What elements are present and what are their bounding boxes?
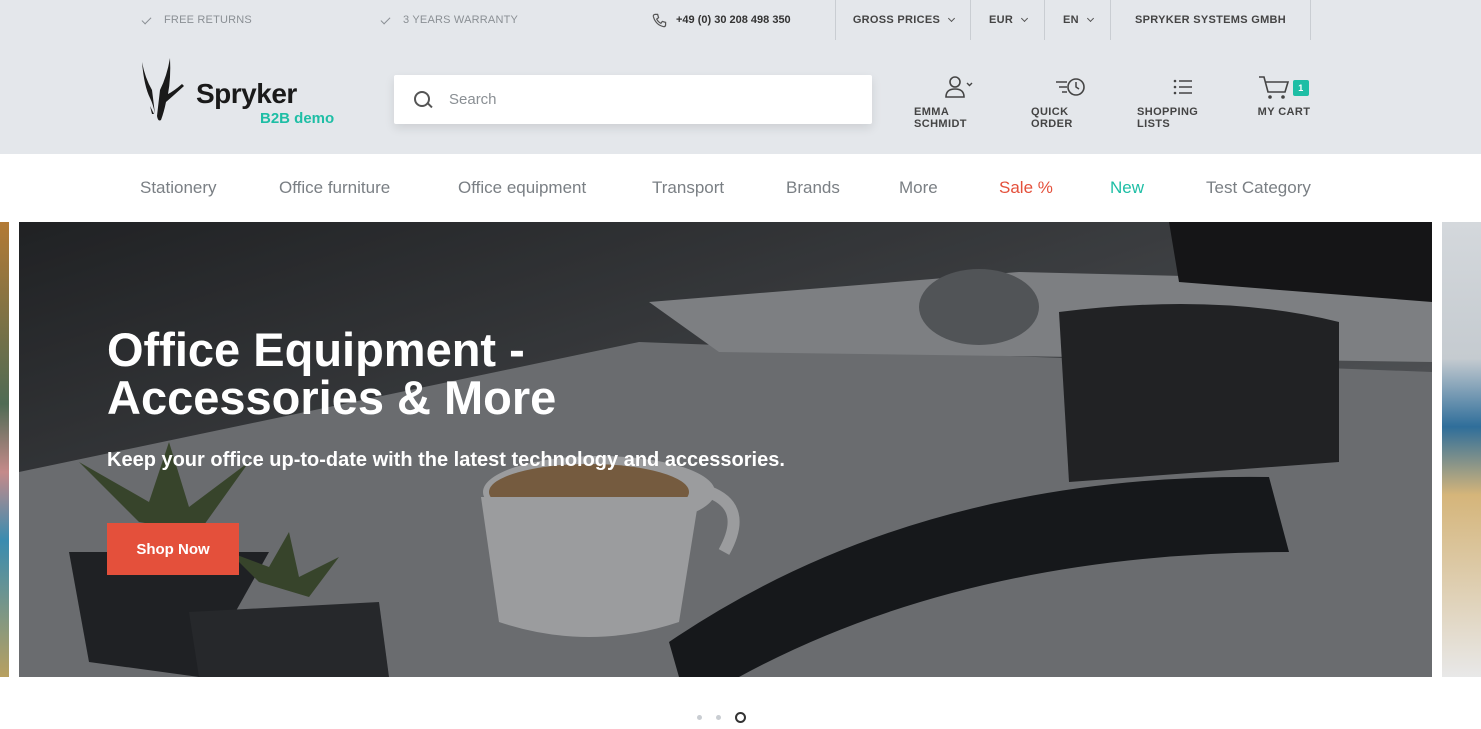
language-label: EN [1063,14,1079,26]
price-mode-label: GROSS PRICES [852,14,941,26]
hero-title: Office Equipment - Accessories & More [107,326,707,422]
category-sale[interactable]: Sale % [999,178,1053,198]
logo-name: Spryker [196,78,297,109]
category-stationery[interactable]: Stationery [140,178,217,198]
user-icon [945,76,973,98]
previous-slide-peek[interactable] [0,222,9,677]
cart-label: MY CART [1257,106,1311,118]
category-office-furniture[interactable]: Office furniture [279,178,390,198]
checkmark-icon [381,14,393,26]
shopping-lists-label: SHOPPING LISTS [1137,106,1199,130]
category-more[interactable]: More [899,178,938,198]
warranty-label: 3 YEARS WARRANTY [403,14,519,26]
phone-number: +49 (0) 30 208 498 350 [676,14,791,26]
currency-select[interactable]: EUR [970,0,1045,40]
free-returns-label: FREE RETURNS [164,14,252,26]
price-mode-select[interactable]: GROSS PRICES [835,0,971,40]
chevron-down-icon [1021,14,1029,23]
company-label: SPRYKER SYSTEMS GMBH [1134,14,1287,26]
language-select[interactable]: EN [1044,0,1111,40]
quick-order-label: QUICK ORDER [1031,106,1073,130]
category-office-equipment[interactable]: Office equipment [458,178,586,198]
category-test[interactable]: Test Category [1206,178,1311,198]
search-icon[interactable] [414,90,432,109]
site-header: Spryker B2B demo EMMA SCHMIDT QUICK ORDE… [0,40,1481,154]
list-icon [1173,79,1192,95]
hero-title-line2: Accessories & More [107,371,557,424]
user-name-label: EMMA SCHMIDT [914,106,967,130]
user-menu[interactable]: EMMA SCHMIDT [914,74,1004,130]
quick-order-link[interactable]: QUICK ORDER [1031,74,1111,130]
chevron-down-icon [948,14,956,23]
category-nav: Stationery Office furniture Office equip… [0,154,1481,222]
quick-order-icon [1056,78,1085,96]
antelope-logo-icon [142,58,184,121]
hero-banner: Office Equipment - Accessories & More Ke… [19,222,1432,677]
hero-title-line1: Office Equipment - [107,323,525,376]
shopping-lists-link[interactable]: SHOPPING LISTS [1137,74,1229,130]
top-bar: FREE RETURNS 3 YEARS WARRANTY +49 (0) 30… [0,0,1481,40]
slider-dot[interactable] [716,714,721,720]
cart-link[interactable]: 1 MY CART [1256,74,1312,118]
phone-icon [652,13,667,27]
slider-dot[interactable] [697,714,702,720]
currency-label: EUR [988,14,1014,26]
chevron-down-icon [1086,14,1094,23]
category-new[interactable]: New [1110,178,1144,198]
slider-dots [697,710,746,724]
free-returns-info: FREE RETURNS [142,0,252,40]
next-slide-peek[interactable] [1442,222,1481,677]
category-transport[interactable]: Transport [652,178,724,198]
search-bar [394,75,872,124]
slider-dot-active[interactable] [735,711,746,723]
spryker-logo[interactable]: Spryker B2B demo [140,58,340,128]
phone-info[interactable]: +49 (0) 30 208 498 350 [652,0,791,40]
checkmark-icon [142,14,154,26]
warranty-info: 3 YEARS WARRANTY [381,0,518,40]
hero-subtitle: Keep your office up-to-date with the lat… [107,449,785,471]
cart-count-badge: 1 [1293,80,1309,96]
shop-now-button[interactable]: Shop Now [107,523,239,575]
search-input[interactable] [449,91,829,108]
category-brands[interactable]: Brands [786,178,840,198]
logo-subtitle: B2B demo [260,110,335,127]
company-select[interactable]: SPRYKER SYSTEMS GMBH [1110,0,1311,40]
